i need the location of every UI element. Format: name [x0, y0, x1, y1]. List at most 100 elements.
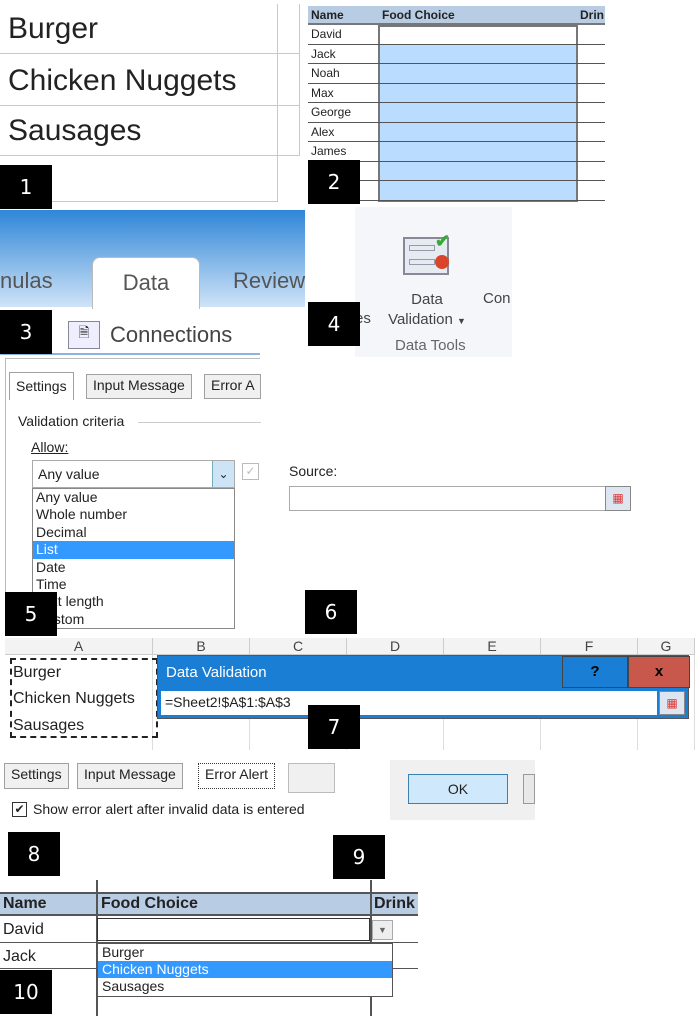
range-selector-icon[interactable]: ▦	[605, 486, 631, 511]
tab-settings[interactable]: Settings	[4, 763, 69, 789]
allow-option[interactable]: Time	[33, 576, 234, 593]
column-header[interactable]: B	[153, 638, 250, 655]
step-label: 6	[305, 590, 357, 634]
tab-input-message[interactable]: Input Message	[77, 763, 183, 789]
allow-option[interactable]: Any value	[33, 489, 234, 506]
ok-button[interactable]: OK	[408, 774, 508, 804]
dialog-title: Data Validation	[166, 664, 267, 681]
allow-option[interactable]: List	[33, 541, 234, 559]
panel-4-data-tools: ✔ Data Validation ▼ es Con Data Tools	[355, 207, 512, 357]
allow-option[interactable]: Text length	[33, 593, 234, 610]
table-row: Alex	[308, 123, 605, 142]
tab-formulas[interactable]: nulas	[0, 268, 53, 294]
cell-item[interactable]: Chicken Nuggets	[13, 690, 135, 708]
table-row: James	[308, 142, 605, 162]
active-cell[interactable]	[97, 918, 370, 941]
step-label: 4	[308, 302, 360, 346]
dropdown-list: Burger Chicken Nuggets Sausages	[97, 943, 393, 997]
row-name[interactable]: Noah	[311, 66, 340, 80]
data-validation-dialog: Data Validation ? x =Sheet2!$A$1:$A$3 ▦	[157, 655, 690, 719]
table-header	[308, 6, 605, 25]
dropdown-button[interactable]: ▼	[372, 920, 393, 940]
table-header	[0, 892, 418, 916]
show-error-checkbox[interactable]: ✔	[12, 802, 27, 817]
range-selector-icon[interactable]: ▦	[659, 691, 685, 715]
panel-10-dropdown: Name Food Choice Drink David Jack ▼ Burg…	[0, 880, 418, 1016]
cell-empty[interactable]	[278, 106, 300, 156]
header-food-choice: Food Choice	[101, 895, 198, 912]
panel-9-ok: OK	[390, 760, 535, 820]
dropdown-option[interactable]: Chicken Nuggets	[98, 961, 392, 978]
row-name[interactable]: Alex	[311, 125, 334, 139]
panel-6-source: Source: ▦	[285, 460, 640, 515]
cell-item[interactable]: Burger	[0, 4, 278, 54]
button-label: Data	[411, 291, 443, 308]
cancel-button[interactable]	[523, 774, 535, 804]
partial-button[interactable]: Con	[483, 290, 511, 307]
connections-icon: 🗎	[68, 321, 100, 349]
cell-item[interactable]: Sausages	[13, 717, 84, 735]
dropdown-option[interactable]: Burger	[98, 944, 392, 961]
header-drink: Drin	[580, 8, 604, 22]
allow-option[interactable]: Date	[33, 559, 234, 576]
chevron-down-icon[interactable]: ⌄	[212, 461, 234, 487]
allow-option[interactable]: Custom	[33, 611, 234, 628]
cell-item[interactable]: Burger	[13, 664, 61, 682]
close-button[interactable]: x	[628, 656, 690, 688]
cell-empty[interactable]	[278, 54, 300, 106]
table-row: David	[308, 25, 605, 45]
tab-settings[interactable]: Settings	[9, 372, 74, 400]
group-label: Data Tools	[395, 337, 466, 354]
column-header[interactable]: A	[5, 638, 153, 655]
step-label: 2	[308, 160, 360, 204]
formula-input[interactable]: =Sheet2!$A$1:$A$3	[161, 691, 657, 715]
step-label: 3	[0, 310, 52, 354]
source-input[interactable]	[289, 486, 609, 511]
row-name[interactable]: Max	[311, 86, 334, 100]
cell-item[interactable]: Sausages	[0, 106, 278, 156]
table-row: Max	[308, 84, 605, 103]
ignore-blank-checkbox[interactable]: ✓	[242, 463, 259, 480]
step-label: 9	[333, 835, 385, 879]
allow-options-list: Any value Whole number Decimal List Date Time…	[32, 488, 235, 629]
row-name[interactable]: Jack	[311, 47, 336, 61]
header-name: Name	[311, 8, 344, 22]
header-drink: Drink	[374, 895, 415, 912]
connections-button[interactable]: Connections	[110, 322, 232, 348]
table-row: Jack	[308, 45, 605, 64]
row-name[interactable]: Jack	[3, 948, 36, 966]
button-label: Validation	[388, 311, 453, 328]
allow-option[interactable]: Whole number	[33, 506, 234, 523]
cell-empty[interactable]	[278, 4, 300, 54]
row-name[interactable]: George	[311, 105, 351, 119]
allow-select[interactable]: Any value ⌄	[32, 460, 235, 488]
header-food-choice: Food Choice	[382, 8, 455, 22]
row-name[interactable]: David	[3, 921, 44, 939]
selected-value: Any value	[38, 466, 100, 482]
tab-error-alert[interactable]: Error Alert	[198, 763, 276, 789]
tab-review[interactable]: Review	[233, 268, 305, 294]
row-name[interactable]: James	[311, 144, 346, 158]
allow-option[interactable]: Decimal	[33, 524, 234, 541]
column-header[interactable]: G	[638, 638, 695, 655]
column-header[interactable]: E	[444, 638, 541, 655]
tab-input-message[interactable]: Input Message	[86, 374, 192, 399]
data-validation-icon: ✔	[403, 231, 450, 275]
step-label: 1	[0, 165, 52, 209]
step-label: 5	[5, 592, 57, 636]
cell-item[interactable]: Chicken Nuggets	[0, 54, 278, 106]
data-validation-button[interactable]: Data Validation ▼	[377, 290, 477, 331]
tab-error-alert[interactable]: Error A	[204, 374, 261, 399]
table-row: George	[308, 103, 605, 123]
dropdown-option[interactable]: Sausages	[98, 978, 392, 995]
column-header[interactable]: F	[541, 638, 638, 655]
section-label: Validation criteria	[18, 413, 125, 429]
column-header[interactable]: D	[347, 638, 444, 655]
help-button[interactable]: ?	[562, 656, 628, 688]
column-header[interactable]: C	[250, 638, 347, 655]
panel-8-error-alert: Settings Input Message Error Alert ✔ Sho…	[0, 760, 335, 825]
tab-data[interactable]: Data	[92, 257, 200, 309]
row-name[interactable]: David	[311, 27, 342, 41]
step-label: 7	[308, 705, 360, 749]
checkbox-label: Show error alert after invalid data is e…	[33, 801, 305, 817]
